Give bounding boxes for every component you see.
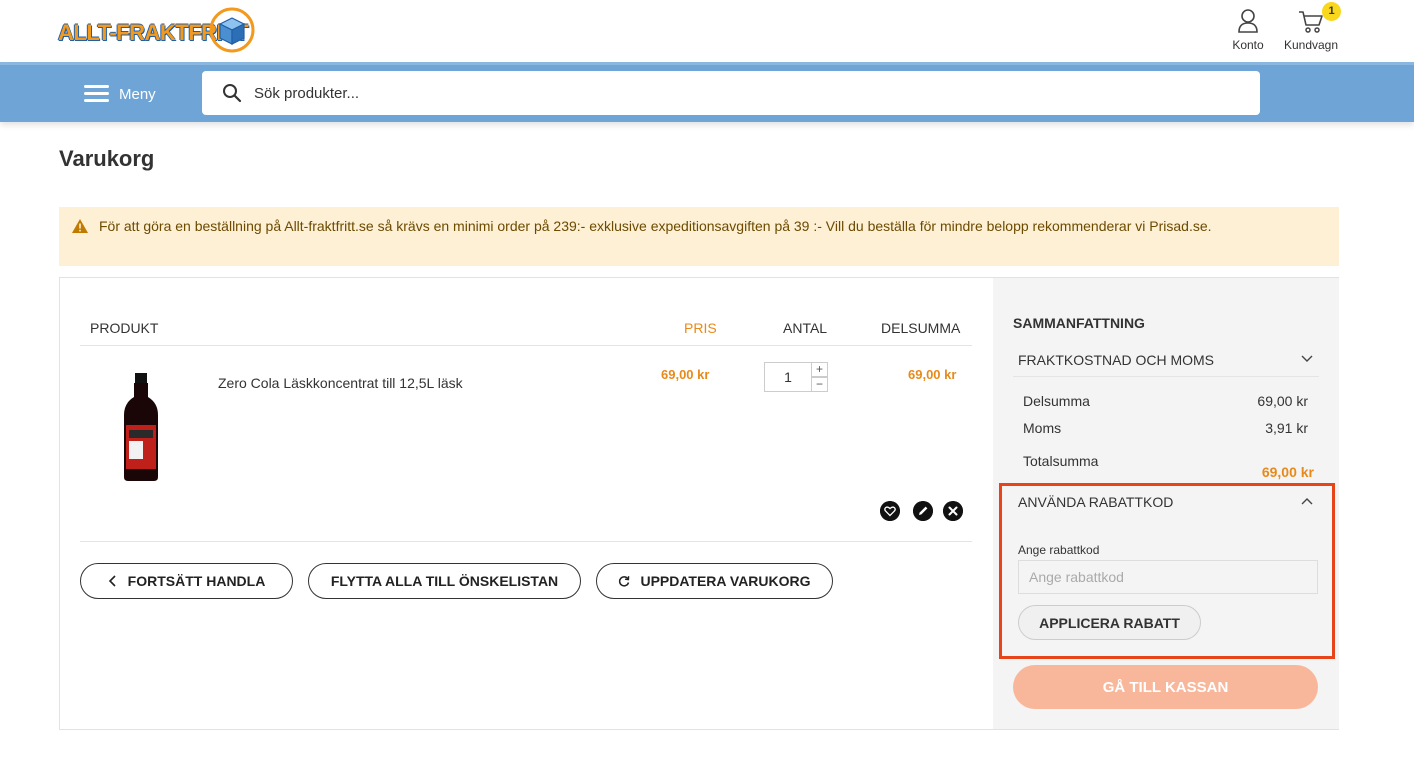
wishlist-heart-icon[interactable] [880,501,900,521]
box-logo-icon [209,7,255,53]
move-all-to-wishlist-button[interactable]: FLYTTA ALLA TILL ÖNSKELISTAN [308,563,581,599]
col-header-qty: ANTAL [783,320,828,336]
col-header-product: PRODUKT [90,320,159,336]
notice-text: För att göra en beställning på Allt-frak… [99,218,1212,234]
col-header-price: PRIS [684,320,717,336]
total-label: Totalsumma [1023,453,1099,469]
site-logo[interactable]: ALLT-FRAKTFRITT [58,6,258,56]
refresh-icon [619,576,630,587]
cart-count-badge: 1 [1322,2,1341,21]
search-icon[interactable] [222,83,242,103]
hamburger-icon [84,85,109,103]
continue-shopping-label: FORTSÄTT HANDLA [127,573,266,589]
product-subtotal: 69,00 kr [908,367,957,382]
search-input[interactable] [254,84,1154,102]
nav-bar: Meny [0,62,1414,122]
cart-link[interactable]: 1 Kundvagn [1280,2,1342,52]
user-icon [1238,9,1258,33]
remove-item-icon[interactable] [943,501,963,521]
discount-highlight-frame [999,483,1335,659]
product-image[interactable] [120,373,162,483]
vat-label: Moms [1023,420,1062,436]
header-divider [80,345,972,346]
cart-label: Kundvagn [1283,38,1339,52]
page-title: Varukorg [59,146,155,171]
menu-button[interactable]: Meny [84,80,156,108]
top-header: ALLT-FRAKTFRITT Konto 1 Kundvagn [0,0,1414,62]
menu-label: Meny [119,85,156,103]
product-name[interactable]: Zero Cola Läskkoncentrat till 12,5L läsk [218,375,463,391]
product-price: 69,00 kr [661,367,710,382]
minimum-order-notice: För att göra en beställning på Allt-frak… [59,207,1339,266]
checkout-button[interactable]: GÅ TILL KASSAN [1013,665,1318,709]
qty-increase-button[interactable]: + [812,362,828,377]
move-wishlist-label: FLYTTA ALLA TILL ÖNSKELISTAN [330,573,559,589]
qty-decrease-button[interactable]: − [812,377,828,392]
cart-icon [1299,11,1323,33]
quantity-stepper[interactable]: + − [764,362,830,392]
shipping-tax-toggle[interactable]: FRAKTKOSTNAD OCH MOMS [1018,352,1214,368]
continue-shopping-button[interactable]: FORTSÄTT HANDLA [80,563,293,599]
total-value: 69,00 kr [1261,464,1314,480]
edit-pencil-icon[interactable] [913,501,933,521]
update-cart-label: UPPDATERA VARUKORG [640,573,811,589]
chevron-left-icon [108,575,116,587]
account-link[interactable]: Konto [1228,8,1268,52]
chevron-down-icon[interactable] [1301,355,1313,363]
quantity-input[interactable] [764,362,812,392]
subtotal-label: Delsumma [1023,393,1090,409]
update-cart-button[interactable]: UPPDATERA VARUKORG [596,563,833,599]
subtotal-value: 69,00 kr [1257,393,1308,409]
warning-icon [72,219,88,233]
search-bar[interactable] [202,71,1260,115]
col-header-subtotal: DELSUMMA [881,320,961,336]
summary-title: SAMMANFATTNING [1013,315,1145,331]
summary-divider [1013,376,1319,377]
account-label: Konto [1232,38,1264,52]
vat-value: 3,91 kr [1265,420,1308,436]
cart-container: PRODUKT PRIS ANTAL DELSUMMA Zero Cola Lä… [59,277,1339,730]
actions-divider [80,541,972,542]
